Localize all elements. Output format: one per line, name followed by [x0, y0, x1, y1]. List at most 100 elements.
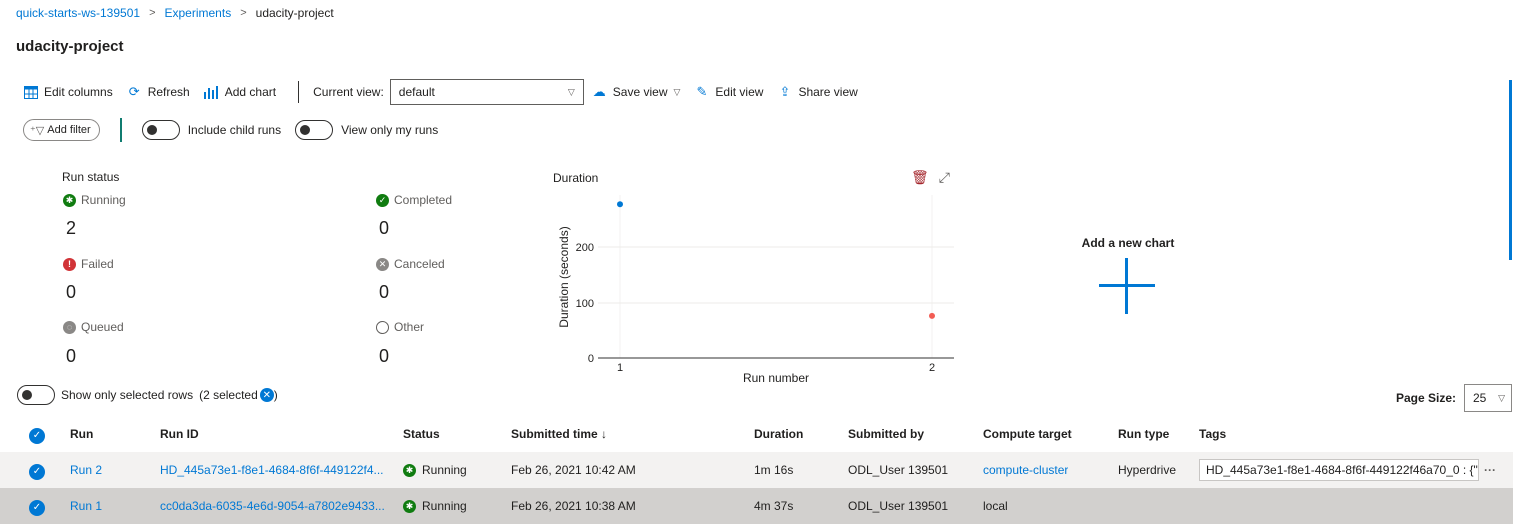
runs-table: ✓ Run Run ID Status Submitted time ↓ Dur… — [0, 416, 1513, 524]
edit-columns-label: Edit columns — [44, 85, 113, 99]
status-text: Running — [422, 499, 467, 513]
add-filter-button[interactable]: ⁺▽ Add filter — [23, 119, 100, 141]
refresh-label: Refresh — [147, 85, 190, 99]
run-id-link[interactable]: HD_445a73e1-f8e1-4684-8f6f-449122f4... — [160, 452, 390, 488]
running-icon: ✱ — [63, 193, 76, 207]
more-options-icon[interactable]: ··· — [1484, 452, 1496, 488]
add-new-chart-label: Add a new chart — [1081, 236, 1175, 250]
submitted-by-cell: ODL_User 139501 — [848, 463, 949, 477]
x-tick-label: 1 — [617, 362, 623, 374]
column-header-run-type[interactable]: Run type — [1118, 416, 1169, 452]
column-header-run-id[interactable]: Run ID — [160, 416, 199, 452]
queued-count: 0 — [66, 346, 77, 366]
compute-target-link[interactable]: compute-cluster — [983, 452, 1068, 488]
status-other-label: Other — [394, 320, 425, 334]
x-axis-label: Run number — [743, 371, 809, 385]
view-only-my-runs-toggle[interactable] — [295, 120, 334, 140]
scrollbar[interactable] — [1509, 80, 1512, 260]
current-view-label: Current view: — [313, 85, 384, 99]
refresh-button[interactable]: ⟳ Refresh — [127, 84, 190, 100]
breadcrumb-current: udacity-project — [255, 6, 334, 20]
status-failed-label: Failed — [81, 257, 114, 271]
error-icon: ! — [63, 257, 76, 271]
current-view-dropdown[interactable]: default ▽ — [389, 79, 584, 105]
run-id-link[interactable]: cc0da3da-6035-4e6d-9054-a7802e9433... — [160, 488, 390, 524]
run-status-panel: Run status ✱ Running 2 ✓ Completed 0 ! F… — [62, 170, 482, 370]
run-link[interactable]: Run 1 — [70, 488, 102, 524]
status-queued: ◌ Queued — [63, 320, 124, 334]
filter-divider — [119, 118, 122, 142]
column-header-submitted-time[interactable]: Submitted time ↓ — [511, 416, 607, 452]
page-size-label: Page Size: — [1395, 391, 1456, 405]
table-columns-icon — [23, 85, 38, 99]
selected-count-close: ) — [273, 388, 278, 402]
add-chart-button[interactable]: Add chart — [204, 85, 276, 99]
chevron-down-icon: ▽ — [1498, 392, 1505, 403]
status-canceled-label: Canceled — [394, 257, 445, 271]
status-completed: ✓ Completed — [376, 193, 452, 207]
status-canceled: ✕ Canceled — [376, 257, 445, 271]
selected-count: (2 selected — [199, 388, 258, 402]
table-row[interactable]: ✓ Run 1 cc0da3da-6035-4e6d-9054-a7802e94… — [0, 488, 1513, 524]
row-checkbox[interactable]: ✓ — [29, 464, 45, 480]
circle-outline-icon — [376, 320, 389, 334]
running-count: 2 — [66, 218, 77, 238]
share-icon: ⇪ — [779, 84, 791, 99]
column-header-compute-target[interactable]: Compute target — [983, 416, 1072, 452]
status-text: Running — [422, 463, 467, 477]
duration-cell: 4m 37s — [754, 499, 794, 513]
duration-cell: 1m 16s — [754, 463, 794, 477]
breadcrumb: quick-starts-ws-139501 > Experiments > u… — [16, 5, 334, 21]
submitted-time-cell: Feb 26, 2021 10:42 AM — [511, 463, 636, 477]
show-only-selected-toggle[interactable] — [17, 385, 55, 405]
select-all-checkbox[interactable]: ✓ — [29, 428, 45, 444]
status-other: Other — [376, 320, 424, 334]
status-cell: ✱ Running — [403, 488, 467, 524]
toolbar-divider — [298, 81, 300, 103]
y-axis-label: Duration (seconds) — [557, 226, 571, 327]
bar-chart-icon — [204, 85, 219, 99]
save-view-button[interactable]: ☁ Save view ▽ — [592, 84, 681, 100]
failed-count: 0 — [66, 282, 77, 302]
clear-selection-icon[interactable]: ✕ — [259, 388, 274, 402]
plus-icon[interactable] — [1099, 258, 1155, 314]
submitted-by-cell: ODL_User 139501 — [848, 499, 949, 513]
breadcrumb-workspace-link[interactable]: quick-starts-ws-139501 — [16, 6, 140, 20]
column-header-tags[interactable]: Tags — [1199, 416, 1226, 452]
save-view-label: Save view — [612, 85, 668, 99]
y-tick-label: 0 — [588, 353, 594, 365]
chevron-right-icon: > — [149, 7, 156, 19]
checkmark-icon: ✓ — [376, 193, 389, 207]
data-point-run-1[interactable] — [617, 201, 623, 208]
column-header-status[interactable]: Status — [403, 416, 440, 452]
include-child-runs-label: Include child runs — [187, 123, 282, 137]
show-only-selected-label: Show only selected rows — [61, 388, 194, 402]
edit-columns-button[interactable]: Edit columns — [23, 85, 113, 99]
include-child-runs-toggle[interactable] — [141, 120, 180, 140]
table-row[interactable]: ✓ Run 2 HD_445a73e1-f8e1-4684-8f6f-44912… — [0, 452, 1513, 488]
share-view-button[interactable]: ⇪ Share view — [777, 84, 858, 100]
tag-chip[interactable]: HD_445a73e1-f8e1-4684-8f6f-449122f46a70_… — [1199, 459, 1479, 481]
status-cell: ✱ Running — [403, 452, 467, 488]
row-checkbox[interactable]: ✓ — [29, 500, 45, 516]
run-link[interactable]: Run 2 — [70, 452, 102, 488]
status-queued-label: Queued — [81, 320, 124, 334]
running-icon: ✱ — [403, 499, 416, 513]
data-point-run-2[interactable] — [929, 312, 935, 319]
edit-view-button[interactable]: ✎ Edit view — [694, 84, 763, 100]
status-completed-label: Completed — [394, 193, 453, 207]
queued-icon: ◌ — [63, 320, 76, 334]
column-header-duration[interactable]: Duration — [754, 416, 803, 452]
column-header-submitted-by[interactable]: Submitted by — [848, 416, 924, 452]
pencil-icon: ✎ — [696, 84, 708, 99]
column-header-run[interactable]: Run — [70, 416, 93, 452]
chevron-right-icon: > — [240, 7, 247, 19]
cancel-icon: ✕ — [376, 257, 389, 271]
y-tick-label: 100 — [576, 298, 594, 310]
other-count: 0 — [379, 346, 390, 366]
breadcrumb-experiments-link[interactable]: Experiments — [165, 6, 232, 20]
refresh-icon: ⟳ — [128, 84, 140, 99]
toolbar: Edit columns ⟳ Refresh Add chart Current… — [23, 79, 872, 105]
view-only-my-runs-label: View only my runs — [341, 123, 439, 137]
page-size-dropdown[interactable]: 25 ▽ — [1464, 384, 1512, 412]
